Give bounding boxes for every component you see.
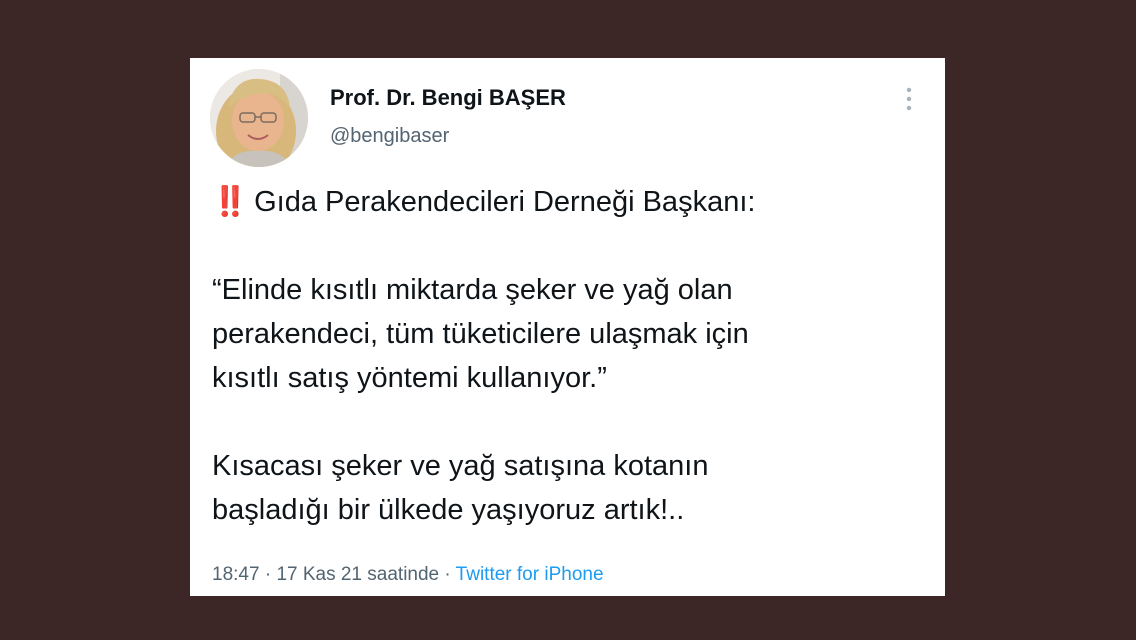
tweet-line-3: perakendeci, tüm tüketicilere ulaşmak iç… xyxy=(212,318,749,350)
avatar-image xyxy=(210,69,308,167)
tweet-line-4: kısıtlı satış yöntemi kullanıyor.” xyxy=(212,362,607,394)
tweet-card: Prof. Dr. Bengi BAŞER @bengibaser ‼️ Gıda… xyxy=(190,58,945,596)
tweet-line-2: “Elinde kısıtlı miktarda şeker ve yağ ol… xyxy=(212,274,733,306)
tweet-spacer xyxy=(212,224,922,268)
author-username[interactable]: @bengibaser xyxy=(330,125,449,148)
tweet-time[interactable]: 18:47 xyxy=(212,564,260,585)
tweet-source-link[interactable]: Twitter for iPhone xyxy=(456,564,604,585)
tweet-meta: 18:47 · 17 Kas 21 saatinde · Twitter for… xyxy=(212,564,604,586)
tweet-line-1: ‼️ Gıda Perakendecileri Derneği Başkanı: xyxy=(212,180,922,224)
meta-separator: · xyxy=(444,564,451,585)
tweet-date[interactable]: 17 Kas 21 saatinde xyxy=(276,564,439,585)
avatar[interactable] xyxy=(210,69,308,167)
more-vertical-icon[interactable] xyxy=(901,86,917,112)
tweet-text: ‼️ Gıda Perakendecileri Derneği Başkanı: … xyxy=(212,180,922,532)
tweet-line-5: Kısacası şeker ve yağ satışına kotanın xyxy=(212,450,709,482)
tweet-line-6: başladığı bir ülkede yaşıyoruz artık!.. xyxy=(212,494,685,526)
author-display-name[interactable]: Prof. Dr. Bengi BAŞER xyxy=(330,85,566,111)
meta-separator: · xyxy=(264,564,272,585)
tweet-line-1-text: Gıda Perakendecileri Derneği Başkanı: xyxy=(254,186,756,218)
double-exclamation-icon: ‼️ xyxy=(212,186,248,218)
tweet-spacer xyxy=(212,400,922,444)
page-background: Prof. Dr. Bengi BAŞER @bengibaser ‼️ Gıda… xyxy=(0,0,1136,640)
